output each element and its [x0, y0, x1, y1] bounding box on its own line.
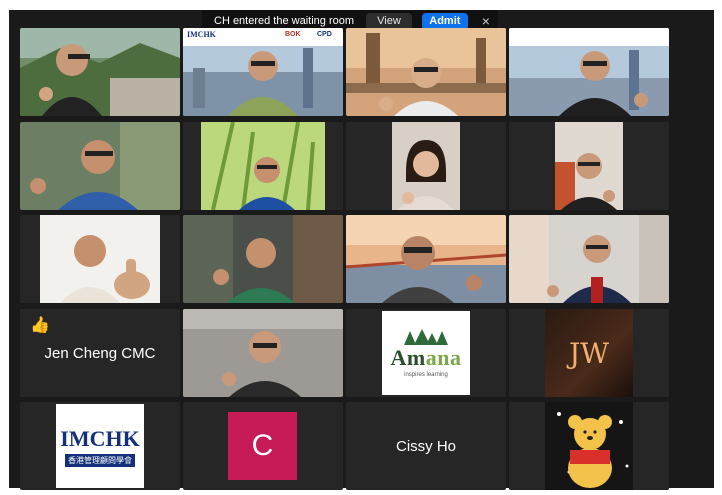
video-tile[interactable] — [183, 309, 343, 397]
video-tile[interactable] — [509, 215, 669, 303]
imchk-wordmark: IMCHK — [60, 425, 140, 451]
amana-logo: Amana inspires learning — [382, 311, 470, 395]
amana-tagline: inspires learning — [404, 371, 448, 378]
jw-logo-tile[interactable]: JW — [509, 309, 669, 397]
video-tile[interactable] — [509, 122, 669, 210]
video-tile[interactable] — [20, 28, 180, 116]
video-tile[interactable] — [183, 122, 343, 210]
video-tile[interactable] — [20, 215, 180, 303]
jw-sign: JW — [545, 309, 633, 397]
participant-name: Cissy Ho — [395, 437, 456, 455]
banner-imchk-logo: IMCHK — [187, 30, 216, 39]
waiting-room-message: CH entered the waiting room — [214, 15, 355, 27]
participant-video — [509, 215, 669, 303]
participant-video — [183, 309, 343, 397]
participant-video — [509, 28, 669, 116]
participant-video — [183, 215, 343, 303]
video-tile[interactable] — [346, 215, 506, 303]
video-tile-active-speaker[interactable]: IMCHK BOK CPD — [183, 28, 343, 116]
meeting-gallery-window: CH entered the waiting room View Admit × — [9, 10, 714, 490]
jw-sign-text: JW — [568, 336, 609, 370]
video-tile[interactable] — [346, 28, 506, 116]
imchk-subtitle: 香港管理顧問學會 — [65, 453, 135, 467]
participant-video — [20, 122, 180, 210]
tree-icon — [404, 328, 448, 345]
video-tile[interactable] — [509, 402, 669, 490]
winnie-the-pooh-video — [509, 402, 669, 490]
view-button[interactable]: View — [366, 12, 412, 30]
participant-tile-c[interactable]: C — [183, 402, 343, 490]
amana-wordmark-start: Am — [390, 344, 426, 370]
amana-logo-tile[interactable]: Amana inspires learning — [346, 309, 506, 397]
video-tile[interactable] — [509, 28, 669, 116]
imchk-logo: IMCHK 香港管理顧問學會 — [56, 404, 144, 488]
participant-video — [183, 122, 343, 210]
participant-video — [509, 122, 669, 210]
video-tile[interactable] — [346, 122, 506, 210]
banner-cpd-logo: CPD — [317, 31, 332, 38]
participant-video — [20, 215, 180, 303]
imchk-logo-tile[interactable]: IMCHK 香港管理顧問學會 — [20, 402, 180, 490]
participant-video — [346, 122, 506, 210]
participant-video — [183, 28, 343, 116]
participant-tile-cissy-ho[interactable]: Cissy Ho — [346, 402, 506, 490]
participant-name: Jen Cheng CMC — [44, 344, 156, 362]
participant-tile-jen-cheng[interactable]: 👍 Jen Cheng CMC — [20, 309, 180, 397]
participant-video — [20, 28, 180, 116]
banner-bok-logo: BOK — [285, 31, 301, 38]
participant-video — [346, 28, 506, 116]
participant-video — [346, 215, 506, 303]
admit-button[interactable]: Admit — [421, 12, 468, 30]
avatar: C — [228, 412, 297, 480]
close-icon[interactable]: × — [482, 14, 490, 28]
video-tile[interactable] — [183, 215, 343, 303]
video-tile[interactable] — [20, 122, 180, 210]
amana-wordmark-end: ana — [425, 344, 462, 370]
